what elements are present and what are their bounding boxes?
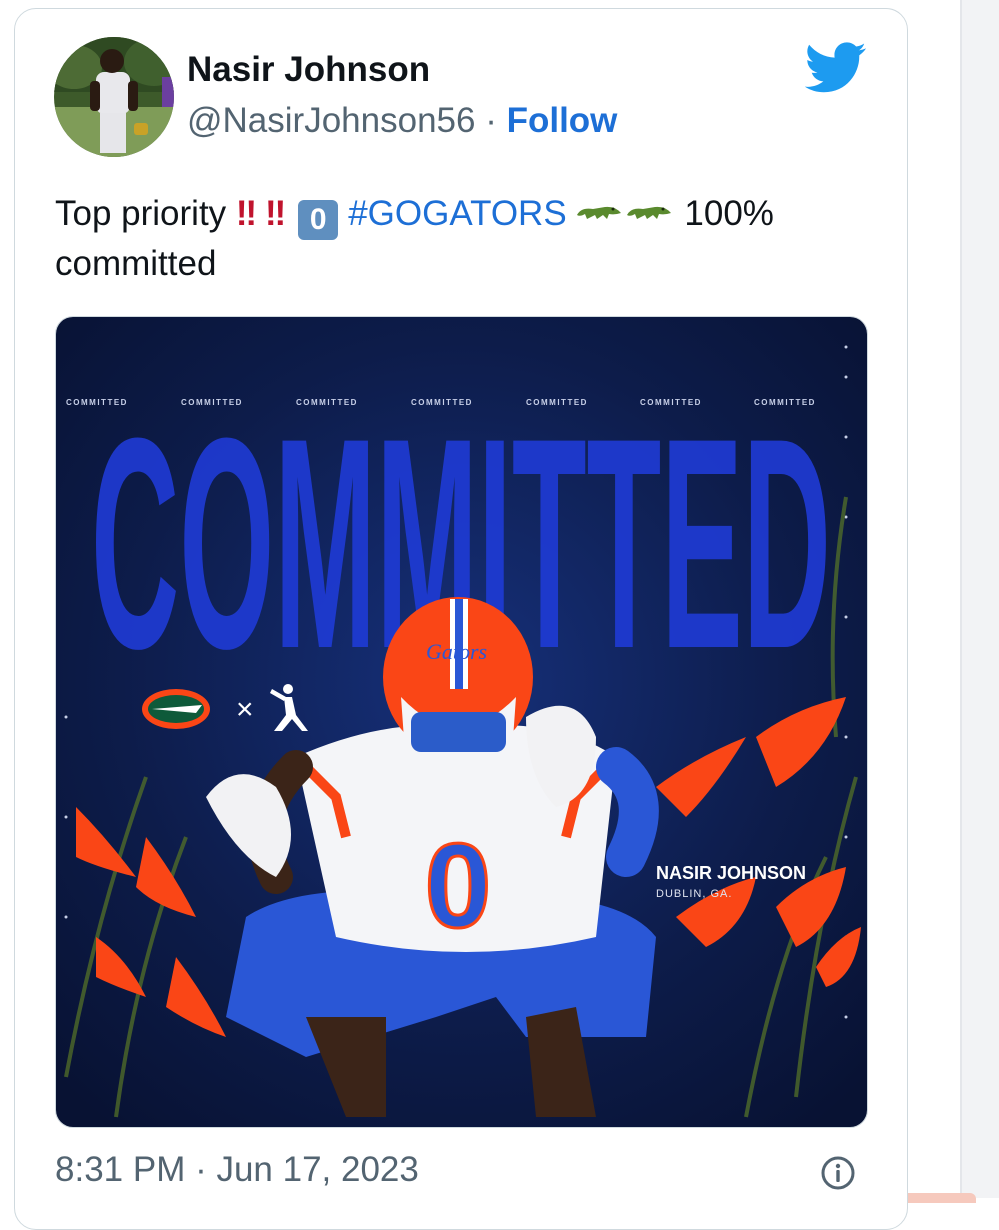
gators-logo xyxy=(142,689,210,729)
jersey-number: 0 xyxy=(425,819,492,953)
committed-label: COMMITTED xyxy=(640,398,702,407)
committed-label: COMMITTED xyxy=(66,398,128,407)
commitment-graphic: COMMITTED COMMITTED COMMITTED COMMITTED … xyxy=(56,317,867,1127)
info-circle-icon[interactable] xyxy=(820,1155,856,1191)
svg-text:NASIR JOHNSON: NASIR JOHNSON xyxy=(656,863,806,883)
avatar-photo xyxy=(54,37,174,157)
twitter-bird-icon[interactable] xyxy=(805,42,867,94)
author-meta: @NasirJohnson56 · Follow xyxy=(187,101,617,141)
cross-symbol: × xyxy=(236,693,254,726)
author-name[interactable]: Nasir Johnson xyxy=(187,50,430,90)
author-handle[interactable]: @NasirJohnson56 xyxy=(187,101,475,140)
helmet-text: Gators xyxy=(426,639,487,664)
meta-separator: · xyxy=(485,101,497,140)
keycap-zero-emoji: 0 xyxy=(298,200,339,240)
tweet-timestamp[interactable]: 8:31 PM · Jun 17, 2023 xyxy=(55,1150,419,1190)
committed-label: COMMITTED xyxy=(411,398,473,407)
crocodile-emoji-icon xyxy=(576,206,621,219)
double-exclamation-emoji: ‼ xyxy=(265,194,286,233)
tweet-text-suffix: 100% xyxy=(684,194,774,233)
player-last-name: JOHNSON xyxy=(717,863,806,883)
committed-label: COMMITTED xyxy=(754,398,816,407)
hashtag-link[interactable]: #GOGATORS xyxy=(348,194,566,233)
committed-label: COMMITTED xyxy=(296,398,358,407)
player-first-name: NASIR xyxy=(656,863,712,883)
committed-label: COMMITTED xyxy=(181,398,243,407)
tweet-text-prefix: Top priority xyxy=(55,194,227,233)
tweet-media[interactable]: COMMITTED COMMITTED COMMITTED COMMITTED … xyxy=(55,316,868,1128)
double-exclamation-emoji: ‼ xyxy=(235,194,257,233)
right-gutter xyxy=(962,0,999,1198)
follow-button[interactable]: Follow xyxy=(507,101,618,140)
player-location: DUBLIN, GA. xyxy=(656,888,732,900)
tweet-text: Top priority ‼ ‼ 0 #GOGATORS 100% committed xyxy=(55,190,855,288)
committed-label: COMMITTED xyxy=(526,398,588,407)
tweet-text-line2: committed xyxy=(55,244,217,283)
crocodile-emoji-icon xyxy=(626,206,671,219)
gutter-divider xyxy=(960,0,962,1198)
author-avatar[interactable] xyxy=(54,37,174,157)
